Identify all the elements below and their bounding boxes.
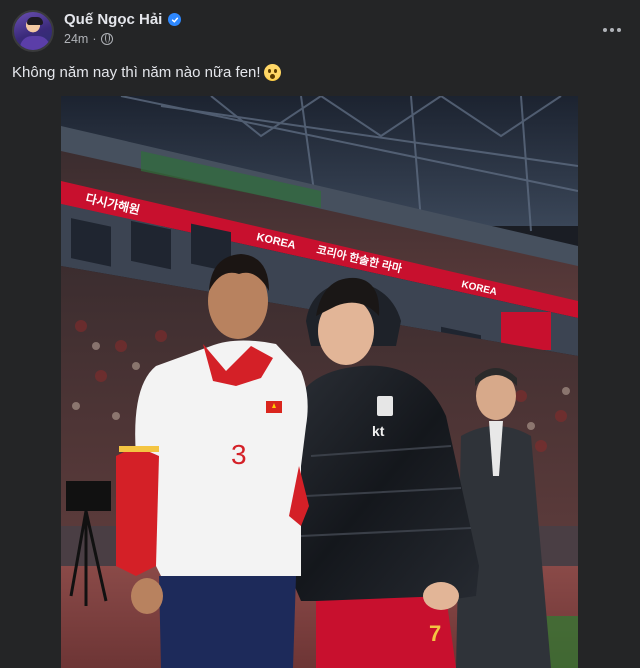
post-header: Quế Ngọc Hải 24m ·: [0, 0, 640, 60]
jacket-logo: kt: [372, 423, 385, 439]
globe-icon[interactable]: [100, 33, 113, 45]
avatar-hair: [27, 17, 43, 25]
post-photo[interactable]: 다시가해원 KOREA 코리아 한솔한 라마 KOREA kt 7 3: [61, 96, 578, 668]
post-timestamp[interactable]: 24m: [64, 32, 88, 46]
astonished-face-emoji: [263, 64, 281, 81]
author-row: Quế Ngọc Hải: [64, 11, 182, 28]
jersey-number: 3: [231, 439, 247, 470]
post-meta: Quế Ngọc Hải 24m ·: [64, 11, 182, 46]
more-options-icon: [603, 28, 607, 32]
author-name[interactable]: Quế Ngọc Hải: [64, 11, 162, 28]
avatar-shirt: [20, 36, 50, 50]
post-caption: Không năm nay thì năm nào nữa fen!: [12, 64, 281, 81]
stadium-photo: 다시가해원 KOREA 코리아 한솔한 라마 KOREA kt 7 3: [61, 96, 578, 668]
shorts-number: 7: [429, 621, 441, 646]
author-avatar[interactable]: [12, 10, 54, 52]
caption-text: Không năm nay thì năm nào nữa fen!: [12, 64, 261, 81]
more-options-button[interactable]: [598, 20, 626, 40]
verified-badge-icon: [168, 13, 182, 26]
post-subline: 24m ·: [64, 32, 181, 46]
